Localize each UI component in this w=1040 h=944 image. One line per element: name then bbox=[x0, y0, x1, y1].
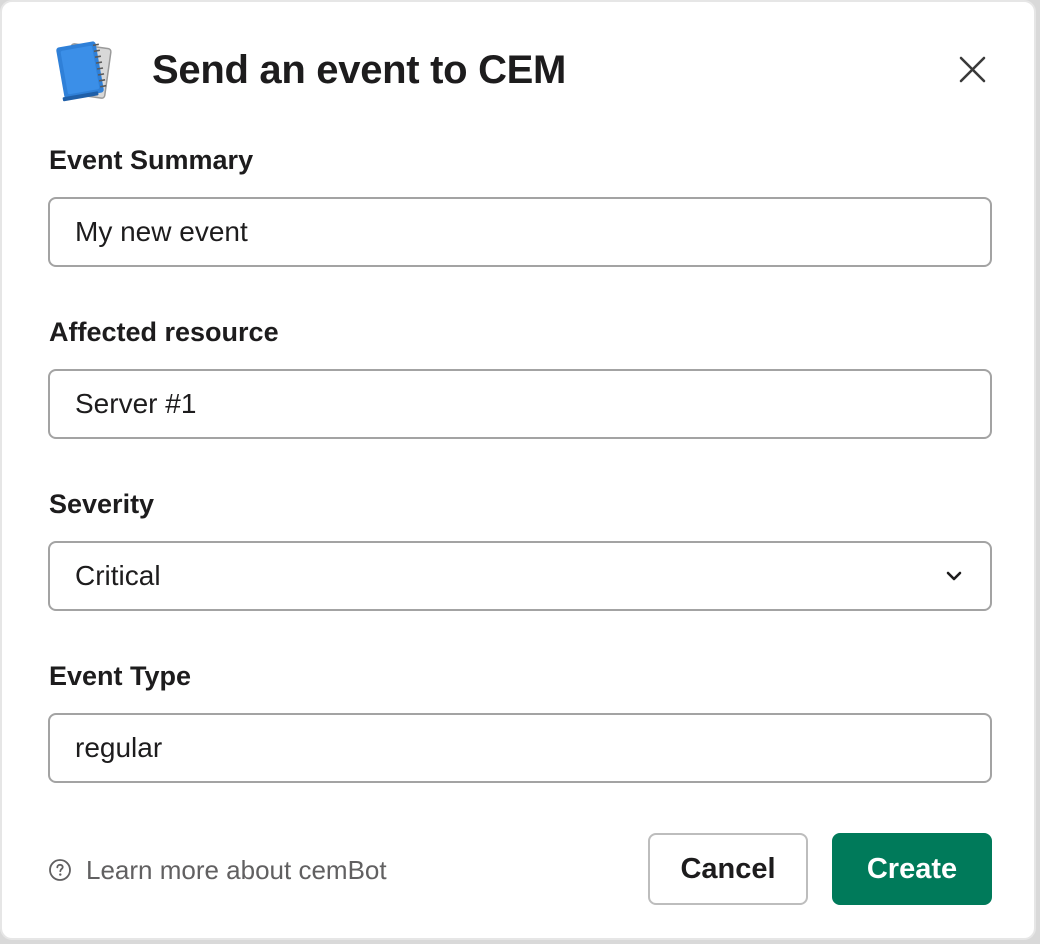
severity-select[interactable]: Critical bbox=[48, 541, 992, 611]
modal-header: Send an event to CEM bbox=[2, 2, 1034, 142]
close-icon bbox=[959, 56, 986, 83]
modal-dialog: Send an event to CEM Event Summary Affec… bbox=[0, 0, 1036, 940]
event-type-input[interactable] bbox=[48, 713, 992, 783]
chevron-down-icon bbox=[946, 571, 962, 581]
affected-resource-input[interactable] bbox=[48, 369, 992, 439]
help-link[interactable]: Learn more about cemBot bbox=[48, 854, 387, 886]
severity-label: Severity bbox=[49, 489, 155, 519]
help-link-text: Learn more about cemBot bbox=[86, 854, 387, 885]
question-circle-icon bbox=[49, 859, 71, 881]
close-button[interactable] bbox=[952, 50, 992, 90]
event-summary-label: Event Summary bbox=[49, 145, 254, 175]
event-type-label: Event Type bbox=[49, 661, 192, 691]
create-button[interactable]: Create bbox=[832, 833, 992, 905]
event-summary-input[interactable] bbox=[48, 197, 992, 267]
severity-selected-value: Critical bbox=[75, 560, 161, 591]
affected-resource-label: Affected resource bbox=[49, 317, 279, 347]
modal-title: Send an event to CEM bbox=[152, 48, 567, 92]
cancel-button[interactable]: Cancel bbox=[648, 833, 808, 905]
notebook-icon bbox=[50, 38, 116, 104]
